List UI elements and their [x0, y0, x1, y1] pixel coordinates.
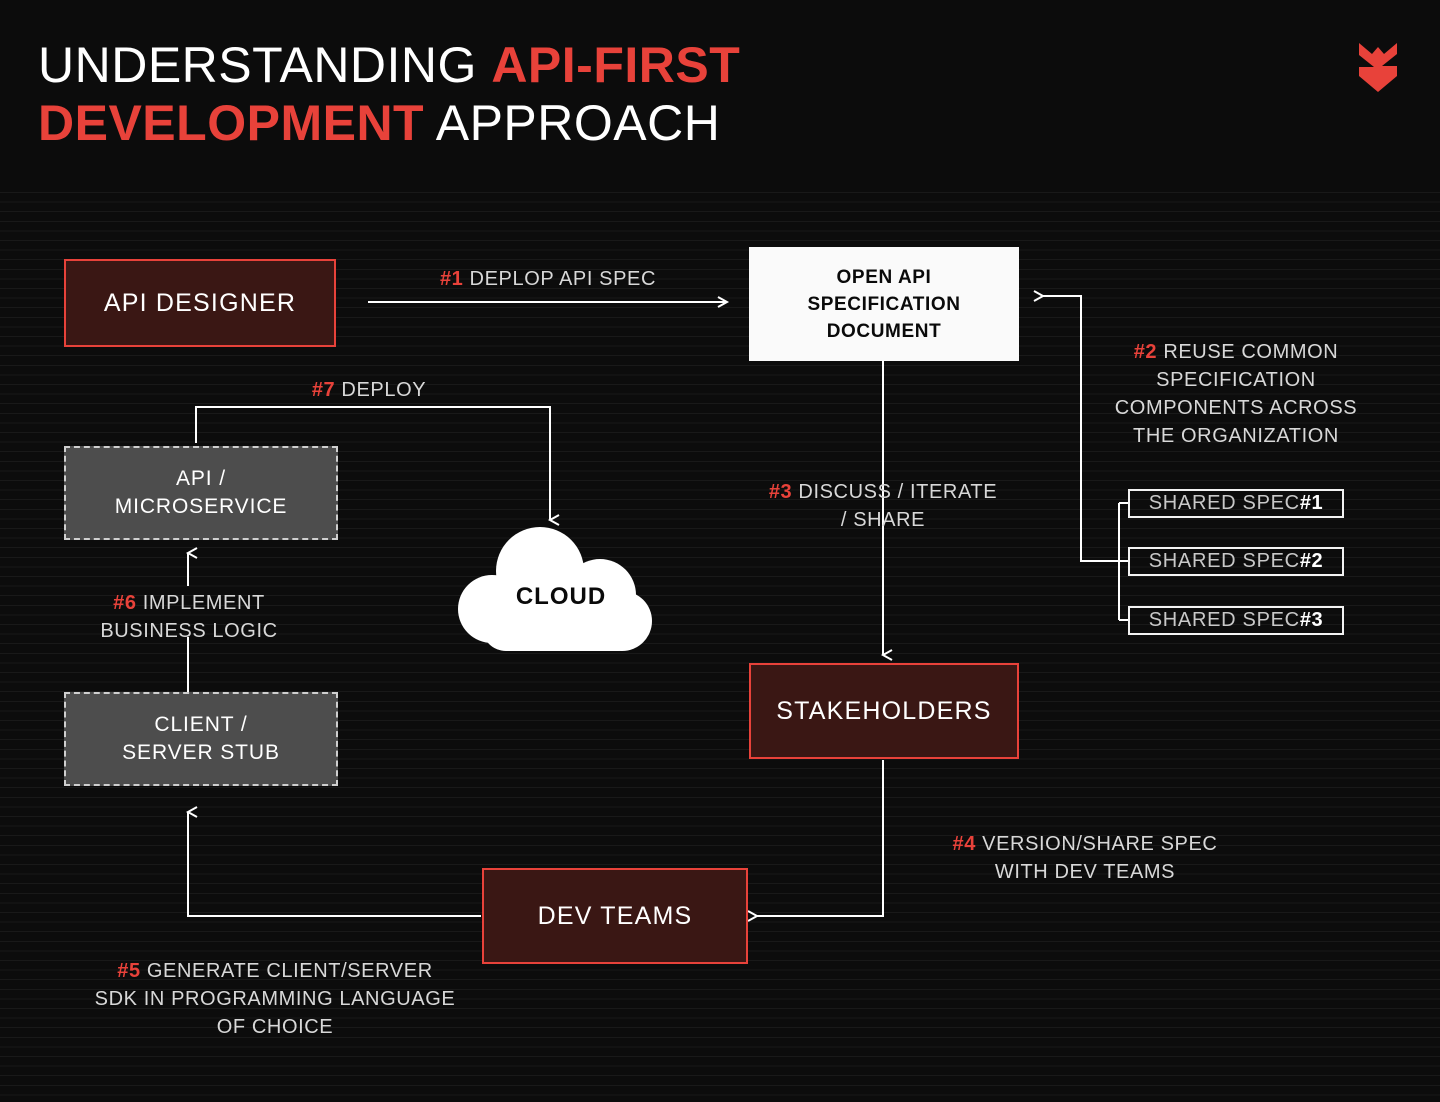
step-5-text: GENERATE CLIENT/SERVER SDK IN PROGRAMMIN…	[94, 960, 456, 1038]
link-stakeholders-to-devteams	[747, 760, 884, 922]
node-shared-spec-3[interactable]: SHARED SPEC #3	[1128, 606, 1344, 635]
stub-line-1: CLIENT /	[154, 713, 248, 736]
title-accent-2: DEVELOPMENT	[38, 95, 425, 151]
shared-spec-3-number: #3	[1299, 609, 1324, 631]
shared-spec-2-label: SHARED SPEC	[1148, 550, 1300, 572]
caption-step-4: #4 VERSION/SHARE SPEC WITH DEV TEAMS	[880, 830, 1290, 886]
step-1-text: DEPLOP API SPEC	[463, 268, 657, 290]
link-devteams-to-stub	[185, 806, 481, 917]
step-5-number: #5	[117, 960, 141, 982]
node-stakeholders[interactable]: STAKEHOLDERS	[749, 663, 1019, 759]
caption-step-5: #5 GENERATE CLIENT/SERVER SDK IN PROGRAM…	[50, 957, 500, 1041]
step-2-number: #2	[1133, 341, 1158, 363]
caption-step-1: #1 DEPLOP API SPEC	[348, 265, 748, 293]
node-shared-spec-2[interactable]: SHARED SPEC #2	[1128, 547, 1344, 576]
shared-spec-2-number: #2	[1299, 550, 1324, 572]
node-client-server-stub[interactable]: CLIENT / SERVER STUB	[64, 692, 338, 786]
step-4-text: VERSION/SHARE SPEC WITH DEV TEAMS	[982, 833, 1218, 883]
infographic-canvas: UNDERSTANDING API-FIRST DEVELOPMENT APPRO…	[0, 0, 1440, 1102]
title-plain-1: UNDERSTANDING	[38, 37, 492, 93]
step-1-number: #1	[439, 268, 464, 290]
node-dev-teams-label: DEV TEAMS	[537, 901, 693, 930]
page-title: UNDERSTANDING API-FIRST DEVELOPMENT APPRO…	[38, 36, 1238, 152]
step-7-number: #7	[311, 379, 336, 401]
step-6-number: #6	[113, 592, 137, 614]
title-accent-1: API-FIRST	[491, 37, 741, 93]
node-api-microservice[interactable]: API / MICROSERVICE	[64, 446, 338, 540]
header: UNDERSTANDING API-FIRST DEVELOPMENT APPRO…	[0, 0, 1440, 192]
caption-step-6: #6 IMPLEMENT BUSINESS LOGIC	[24, 589, 354, 645]
node-api-designer-label: API DESIGNER	[103, 288, 297, 317]
caption-step-2: #2 REUSE COMMON SPECIFICATION COMPONENTS…	[1102, 338, 1370, 450]
openapi-line-2: SPECIFICATION	[807, 293, 961, 315]
title-plain-2: APPROACH	[424, 95, 721, 151]
microservice-line-1: API /	[175, 467, 227, 490]
openapi-line-3: DOCUMENT	[826, 320, 942, 342]
node-cloud[interactable]: CLOUD	[452, 523, 670, 663]
shared-spec-1-number: #1	[1299, 492, 1324, 514]
openapi-line-1: OPEN API	[836, 266, 932, 288]
node-open-api-spec-document[interactable]: OPEN API SPECIFICATION DOCUMENT	[749, 247, 1019, 361]
step-4-number: #4	[952, 833, 976, 855]
node-dev-teams[interactable]: DEV TEAMS	[482, 868, 748, 964]
microservice-line-2: MICROSERVICE	[114, 495, 288, 518]
caption-step-7: #7 DEPLOY	[186, 376, 552, 404]
shield-s-logo-icon	[1359, 43, 1397, 92]
step-3-number: #3	[768, 481, 793, 503]
step-3-text: DISCUSS / ITERATE / SHARE	[798, 481, 998, 531]
stub-line-2: SERVER STUB	[122, 741, 280, 764]
node-stakeholders-label: STAKEHOLDERS	[776, 696, 992, 725]
shared-spec-1-label: SHARED SPEC	[1148, 492, 1300, 514]
cloud-label: CLOUD	[515, 583, 607, 610]
node-shared-spec-1[interactable]: SHARED SPEC #1	[1128, 489, 1344, 518]
caption-step-3: #3 DISCUSS / ITERATE / SHARE	[700, 478, 1066, 534]
shared-spec-3-label: SHARED SPEC	[1148, 609, 1300, 631]
node-api-designer[interactable]: API DESIGNER	[64, 259, 336, 347]
step-7-text: DEPLOY	[335, 379, 427, 401]
